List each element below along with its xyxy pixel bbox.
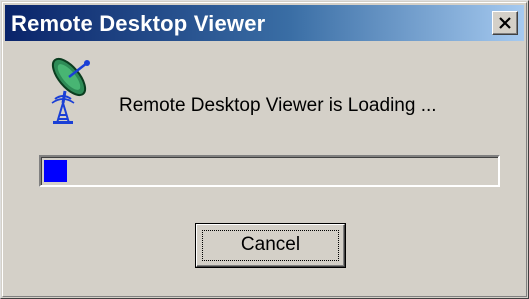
- close-icon: [499, 17, 511, 29]
- close-button[interactable]: [492, 11, 518, 35]
- loading-message: Remote Desktop Viewer is Loading ...: [119, 95, 437, 116]
- satellite-dish-icon: [51, 57, 90, 124]
- remote-desktop-loading-dialog: Remote Desktop Viewer Remote Desktop Vie…: [0, 0, 529, 299]
- window-title: Remote Desktop Viewer: [11, 11, 266, 36]
- title-bar[interactable]: Remote Desktop Viewer: [5, 5, 524, 41]
- cancel-button-label: Cancel: [240, 234, 301, 255]
- progress-fill: [44, 160, 67, 182]
- loading-progress-bar: [39, 155, 500, 187]
- cancel-button[interactable]: Cancel: [195, 223, 346, 268]
